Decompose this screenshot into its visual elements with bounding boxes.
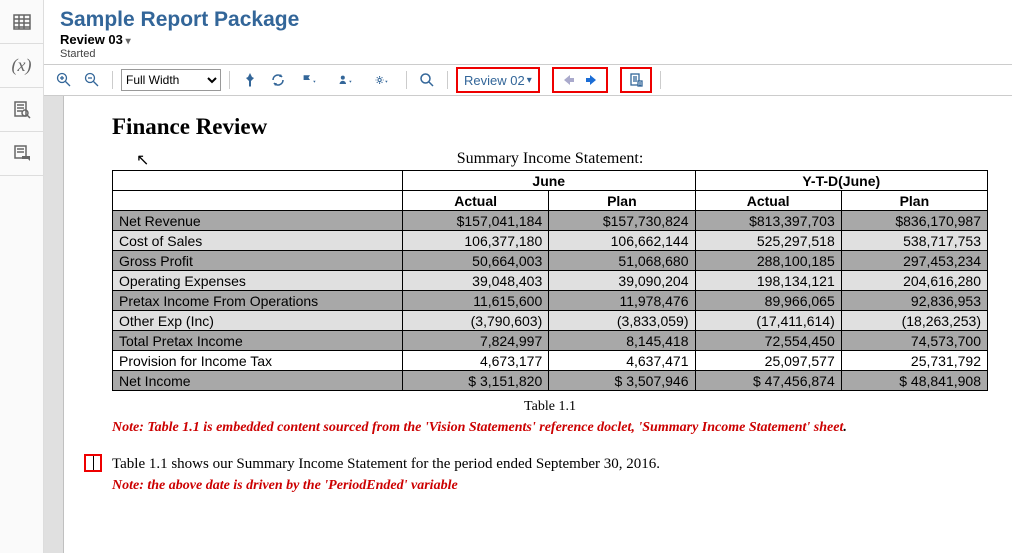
row-label: Gross Profit [113,251,403,271]
search-icon[interactable] [415,69,439,91]
row-label: Total Pretax Income [113,331,403,351]
cell-value: 11,978,476 [549,291,695,311]
cell-value: 297,453,234 [841,251,987,271]
cell-value: 538,717,753 [841,231,987,251]
sheet-icon[interactable] [0,0,43,44]
table-row: Pretax Income From Operations11,615,6001… [113,291,988,311]
status-label: Started [60,48,996,60]
doc-toolbar: Full Width Review 02 [44,64,1012,96]
row-label: Net Income [113,371,403,391]
refresh-icon[interactable] [266,69,290,91]
cell-value: 50,664,003 [403,251,549,271]
cell-value: 92,836,953 [841,291,987,311]
cell-value: $ 3,151,820 [403,371,549,391]
cell-value: 525,297,518 [695,231,841,251]
col-header: Plan [841,191,987,211]
cell-value: 39,048,403 [403,271,549,291]
flag-dropdown-icon[interactable] [294,69,326,91]
next-change-button[interactable] [580,69,604,91]
mouse-cursor-icon: ↖ [136,150,149,170]
comment-icon[interactable] [0,132,43,176]
cell-value: $ 47,456,874 [695,371,841,391]
settings-dropdown-icon[interactable] [366,69,398,91]
col-header: Plan [549,191,695,211]
review-cycle-dropdown[interactable]: Review 03 [60,32,131,47]
group-header-ytd: Y-T-D(June) [695,171,988,191]
table-row: Provision for Income Tax4,673,1774,637,4… [113,351,988,371]
table-row: Operating Expenses39,048,40339,090,20419… [113,271,988,291]
cell-value: $ 3,507,946 [549,371,695,391]
cell-value: (3,790,603) [403,311,549,331]
cell-value: 89,966,065 [695,291,841,311]
table-row: Gross Profit50,664,00351,068,680288,100,… [113,251,988,271]
row-label: Other Exp (Inc) [113,311,403,331]
table-row: Total Pretax Income7,824,9978,145,41872,… [113,331,988,351]
cell-value: 106,662,144 [549,231,695,251]
blank-header [113,171,403,191]
cell-value: 106,377,180 [403,231,549,251]
zoom-mode-select[interactable]: Full Width [121,69,221,91]
review-compare-dropdown[interactable]: Review 02 [460,69,536,91]
doc-margin [44,96,64,553]
table-row: Net Revenue$157,041,184$157,730,824$813,… [113,211,988,231]
row-label: Cost of Sales [113,231,403,251]
group-header-june: June [403,171,696,191]
cell-value: 4,673,177 [403,351,549,371]
pin-icon[interactable] [238,69,262,91]
cell-value: 72,554,450 [695,331,841,351]
zoom-in-icon[interactable] [52,69,76,91]
cell-value: (3,833,059) [549,311,695,331]
row-label: Net Revenue [113,211,403,231]
report-header: Sample Report Package Review 03 Started [44,0,1012,64]
cell-value: 39,090,204 [549,271,695,291]
text-cursor-indicator [84,454,102,472]
cell-value: 198,134,121 [695,271,841,291]
table-title: Summary Income Statement: [112,150,988,168]
cell-value: 204,616,280 [841,271,987,291]
cell-value: $813,397,703 [695,211,841,231]
table-row: Other Exp (Inc)(3,790,603)(3,833,059)(17… [113,311,988,331]
document-body[interactable]: Finance Review ↖ Summary Income Statemen… [64,96,1012,553]
table-caption: Table 1.1 [112,399,988,415]
col-header: Actual [403,191,549,211]
row-label: Pretax Income From Operations [113,291,403,311]
cell-value: 11,615,600 [403,291,549,311]
cell-value: 7,824,997 [403,331,549,351]
cell-value: 8,145,418 [549,331,695,351]
compare-doclet-icon[interactable] [624,69,648,91]
cell-value: $836,170,987 [841,211,987,231]
cell-value: 4,637,471 [549,351,695,371]
cell-value: 288,100,185 [695,251,841,271]
zoom-out-icon[interactable] [80,69,104,91]
embedded-content-note: Note: Table 1.1 is embedded content sour… [112,419,988,438]
cell-value: 25,097,577 [695,351,841,371]
table-row: Cost of Sales106,377,180106,662,144525,2… [113,231,988,251]
summary-paragraph: Table 1.1 shows our Summary Income State… [112,456,988,473]
table-row: Net Income$ 3,151,820$ 3,507,946$ 47,456… [113,371,988,391]
blank-header [113,191,403,211]
user-dropdown-icon[interactable] [330,69,362,91]
row-label: Operating Expenses [113,271,403,291]
variable-note: Note: the above date is driven by the 'P… [112,477,988,496]
tool-sidebar: (x) [0,0,44,553]
cell-value: $157,730,824 [549,211,695,231]
inspect-icon[interactable] [0,88,43,132]
cell-value: $157,041,184 [403,211,549,231]
prev-change-button[interactable] [556,69,580,91]
cell-value: (17,411,614) [695,311,841,331]
cell-value: 74,573,700 [841,331,987,351]
report-title: Sample Report Package [60,8,996,32]
cell-value: (18,263,253) [841,311,987,331]
cell-value: 51,068,680 [549,251,695,271]
variable-icon[interactable]: (x) [0,44,43,88]
row-label: Provision for Income Tax [113,351,403,371]
col-header: Actual [695,191,841,211]
cell-value: 25,731,792 [841,351,987,371]
income-statement-table: June Y-T-D(June) Actual Plan Actual Plan… [112,170,988,391]
doc-heading: Finance Review [112,114,988,140]
cell-value: $ 48,841,908 [841,371,987,391]
